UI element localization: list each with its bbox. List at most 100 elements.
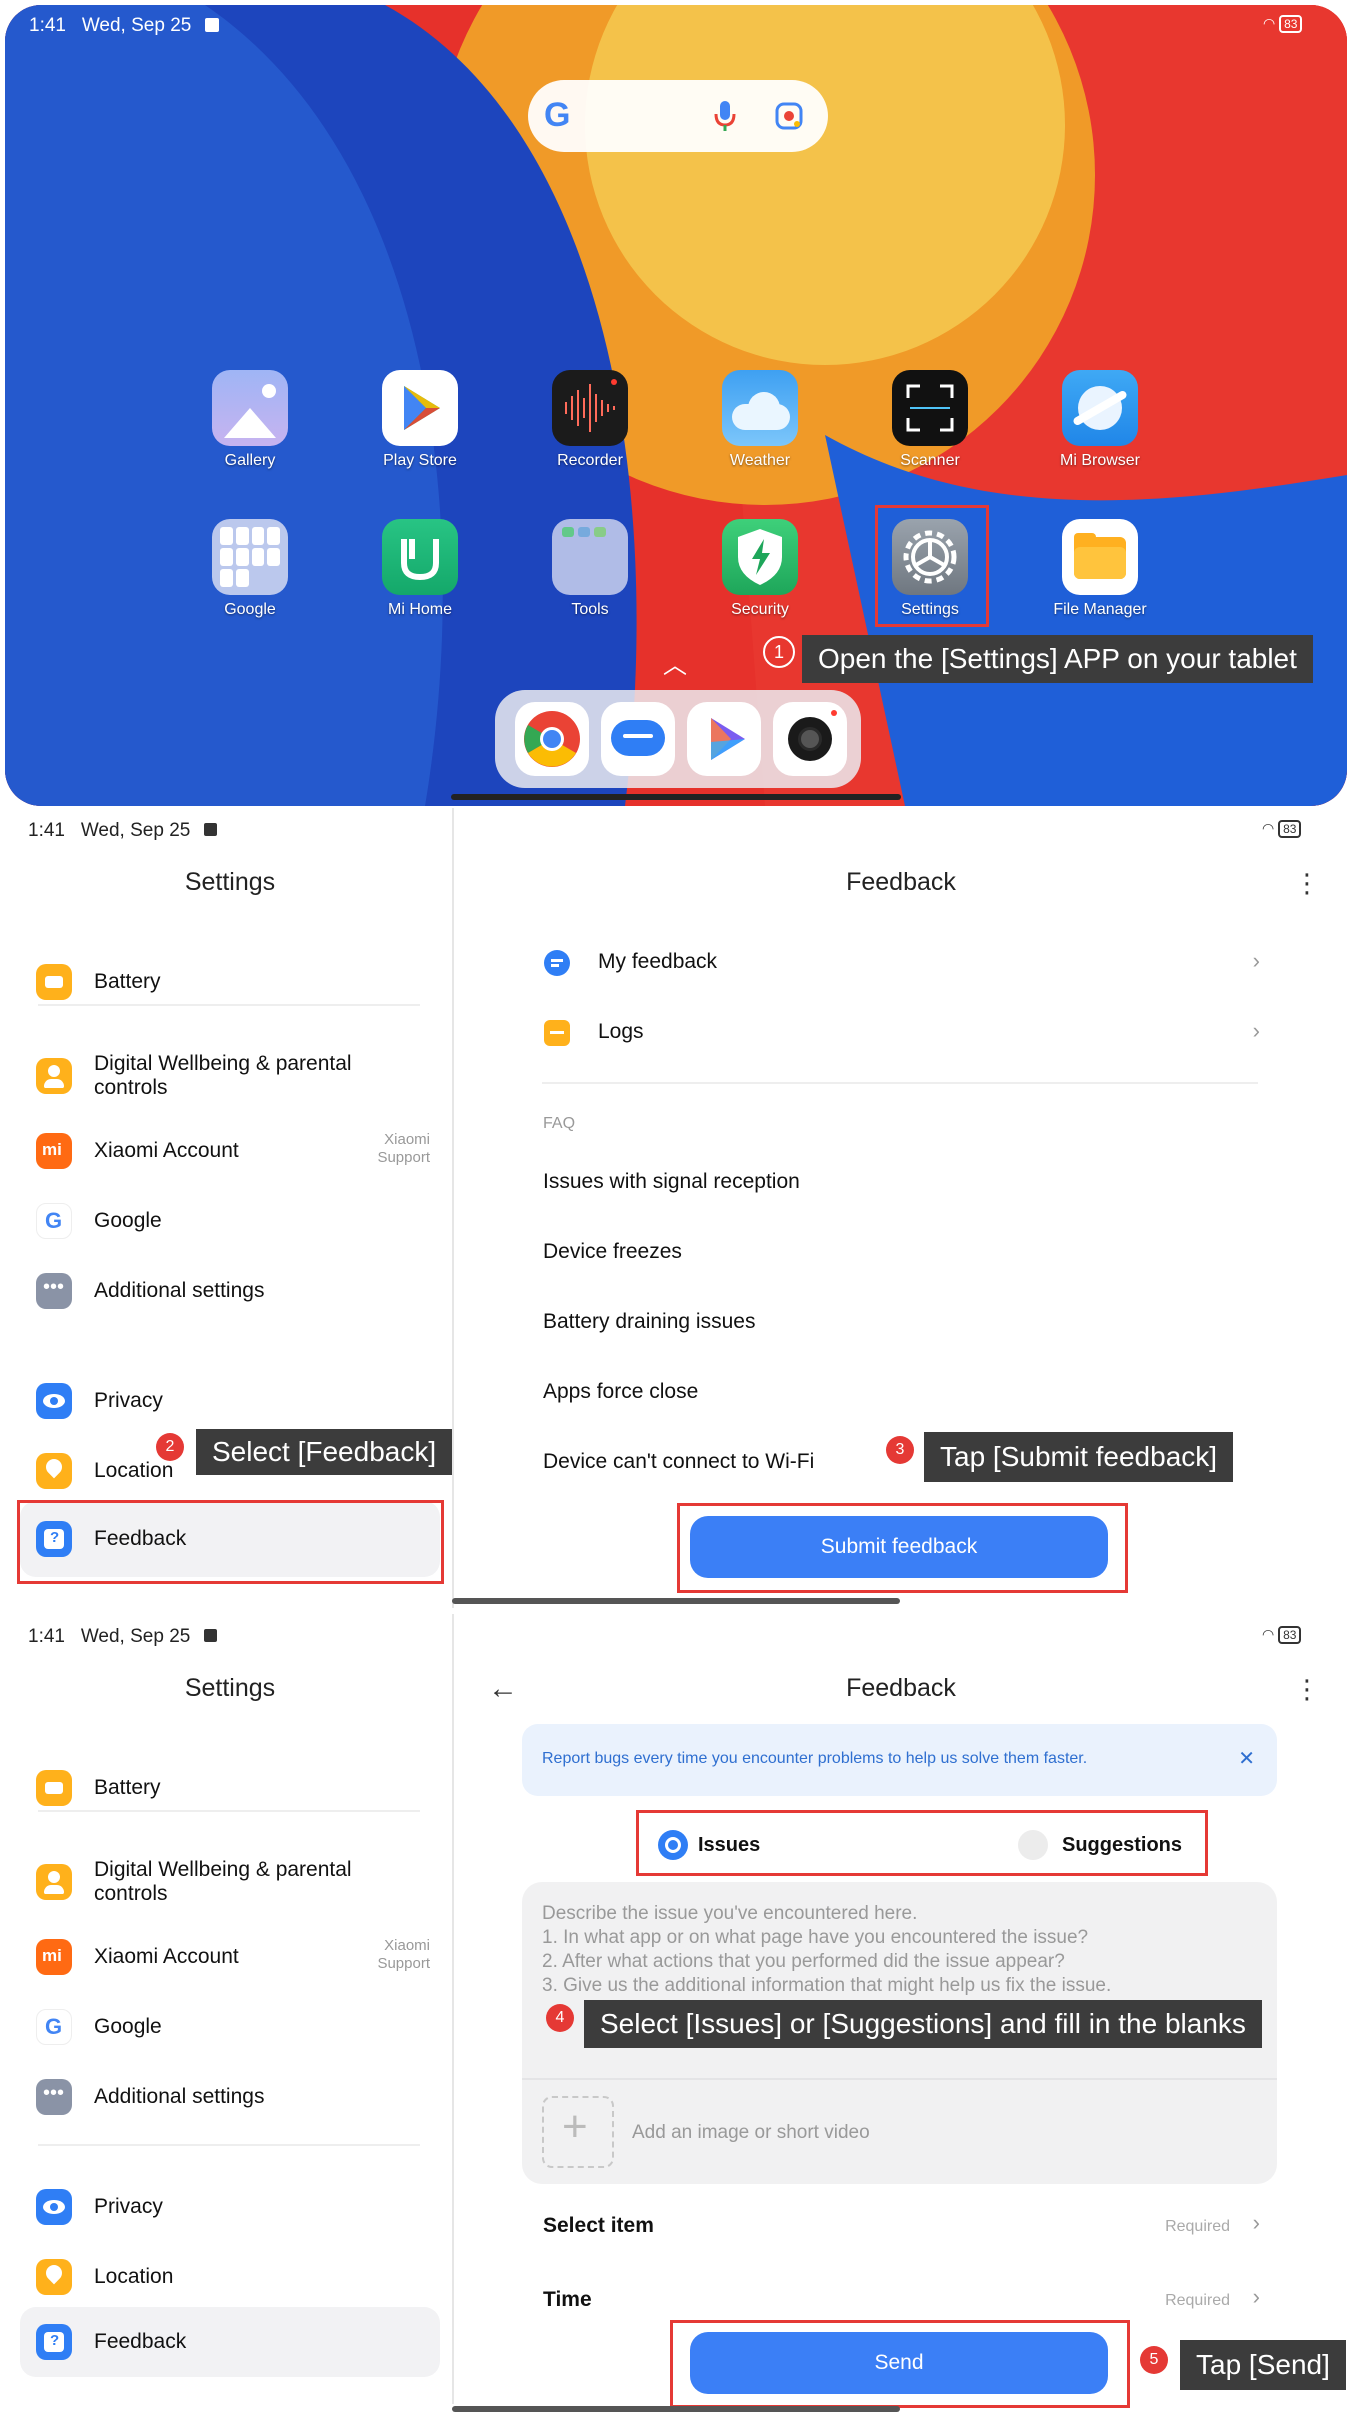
- battery-icon: 83: [1279, 15, 1303, 33]
- step-badge: 2: [156, 1433, 184, 1461]
- app-label: Gallery: [224, 452, 276, 469]
- settings-item-privacy[interactable]: Privacy: [36, 1371, 163, 1431]
- home-indicator[interactable]: [452, 2406, 900, 2412]
- instruction-callout: Select [Feedback]: [196, 1429, 453, 1475]
- mi-browser-icon: [1062, 370, 1138, 446]
- app-recorder[interactable]: Recorder: [530, 370, 650, 470]
- app-label: Recorder: [557, 452, 623, 469]
- app-label: Play Store: [383, 452, 457, 469]
- faq-item[interactable]: Device can't connect to Wi-Fi: [543, 1450, 814, 1474]
- camera-icon[interactable]: [773, 702, 847, 776]
- panel-feedback: 1:41 Wed, Sep 25 ◠ 83 Settings Battery D…: [0, 808, 1350, 1612]
- status-time: 1:41: [29, 15, 66, 36]
- xiaomi-support-text: Xiaomi Support: [377, 1937, 430, 1972]
- play-store-icon: [382, 370, 458, 446]
- app-mi-browser[interactable]: Mi Browser: [1040, 370, 1160, 470]
- more-vert-icon[interactable]: ⋮: [1294, 868, 1320, 899]
- google-folder-icon: [212, 519, 288, 595]
- faq-item[interactable]: Device freezes: [543, 1240, 682, 1264]
- instruction-callout: Select [Issues] or [Suggestions] and fil…: [584, 2000, 1262, 2048]
- app-security[interactable]: Security: [700, 519, 820, 619]
- faq-item[interactable]: Apps force close: [543, 1380, 698, 1404]
- settings-item-location[interactable]: Location: [36, 1441, 173, 1501]
- file-manager-icon: [1062, 519, 1138, 595]
- add-media-button[interactable]: +: [542, 2096, 614, 2168]
- settings-item-label: Digital Wellbeing & parental controls: [94, 1052, 352, 1099]
- battery-icon: [36, 964, 72, 1000]
- logs-label: Logs: [598, 1020, 644, 1043]
- panel-feedback-form: 1:41 Wed, Sep 25 ◠ 83 Settings Battery D…: [0, 1614, 1350, 2418]
- wifi-icon: ◠: [1262, 1626, 1275, 1642]
- app-google-folder[interactable]: Google: [190, 519, 310, 619]
- settings-item-additional[interactable]: ••• Additional settings: [36, 2067, 264, 2127]
- home-indicator[interactable]: [451, 794, 901, 800]
- highlight-feedback: [17, 1500, 444, 1584]
- mi-logo-icon: mi: [36, 1939, 72, 1975]
- section-divider: [542, 1082, 1258, 1084]
- xiaomi-support-text: Xiaomi Support: [377, 1131, 430, 1166]
- app-scanner[interactable]: Scanner: [870, 370, 990, 470]
- select-item-row[interactable]: Select item Required ›: [540, 2198, 1260, 2254]
- description-placeholder: Describe the issue you've encountered he…: [542, 1903, 1112, 1996]
- faq-item[interactable]: Battery draining issues: [543, 1310, 755, 1334]
- google-search-bar[interactable]: G: [528, 80, 828, 152]
- settings-item-privacy[interactable]: Privacy: [36, 2177, 163, 2237]
- my-feedback-label: My feedback: [598, 950, 718, 973]
- app-label: File Manager: [1053, 601, 1147, 618]
- location-pin-icon: [36, 1453, 72, 1489]
- highlight-send: [670, 2320, 1130, 2408]
- step-badge: 1: [763, 636, 795, 668]
- location-pin-icon: [36, 2259, 72, 2295]
- settings-item-battery[interactable]: Battery: [36, 1758, 161, 1818]
- play-video-icon[interactable]: [687, 702, 761, 776]
- settings-item-xiaomi-account[interactable]: mi Xiaomi Account Xiaomi Support: [36, 1927, 430, 1987]
- app-mi-home[interactable]: Mi Home: [360, 519, 480, 619]
- settings-item-xiaomi-account[interactable]: mi Xiaomi Account Xiaomi Support: [36, 1121, 430, 1181]
- home-screen: 1:41 Wed, Sep 25 ◠ 83 G Gallery Play Sto…: [5, 5, 1347, 806]
- more-vert-icon[interactable]: ⋮: [1294, 1674, 1320, 1705]
- app-label: Google: [224, 601, 276, 618]
- required-hint: Required: [1165, 2218, 1230, 2235]
- google-icon: G: [544, 96, 571, 134]
- microphone-icon[interactable]: [714, 100, 736, 132]
- app-tools-folder[interactable]: Tools: [530, 519, 650, 619]
- my-feedback-row[interactable]: My feedback ›: [540, 938, 1260, 988]
- app-weather[interactable]: Weather: [700, 370, 820, 470]
- feedback-title: Feedback: [846, 1674, 956, 1702]
- step-badge: 4: [546, 2004, 574, 2032]
- settings-item-feedback[interactable]: ? Feedback: [36, 2312, 186, 2372]
- settings-item-google[interactable]: G Google: [36, 1997, 162, 2057]
- settings-item-label: Digital Wellbeing & parental controls: [94, 1858, 352, 1905]
- weather-icon: [722, 370, 798, 446]
- faq-item[interactable]: Issues with signal reception: [543, 1170, 800, 1194]
- settings-item-label: Xiaomi Account: [94, 1139, 239, 1162]
- status-date: Wed, Sep 25: [80, 820, 191, 841]
- home-indicator[interactable]: [452, 1598, 900, 1604]
- notification-icon: [204, 18, 219, 32]
- status-icons: ◠ 83: [1262, 1626, 1302, 1644]
- settings-item-google[interactable]: G Google: [36, 1191, 162, 1251]
- settings-item-location[interactable]: Location: [36, 2247, 173, 2307]
- lens-icon[interactable]: [774, 101, 804, 131]
- messages-icon[interactable]: [601, 702, 675, 776]
- app-gallery[interactable]: Gallery: [190, 370, 310, 470]
- chevron-up-icon[interactable]: ︿: [663, 645, 687, 680]
- logs-row[interactable]: Logs ›: [540, 1008, 1260, 1058]
- chrome-icon[interactable]: [515, 702, 589, 776]
- logs-icon: [544, 1020, 570, 1046]
- time-label: Time: [543, 2288, 592, 2311]
- settings-item-label: Google: [94, 1209, 162, 1232]
- settings-item-additional[interactable]: ••• Additional settings: [36, 1261, 264, 1321]
- app-play-store[interactable]: Play Store: [360, 370, 480, 470]
- settings-item-digital-wellbeing[interactable]: Digital Wellbeing & parental controls: [36, 1041, 394, 1111]
- more-dots-icon: •••: [36, 2079, 72, 2115]
- settings-item-label: Additional settings: [94, 1279, 265, 1302]
- battery-icon: 83: [1278, 820, 1302, 838]
- close-icon[interactable]: ✕: [1238, 1746, 1255, 1771]
- section-divider: [38, 2144, 420, 2146]
- info-banner: Report bugs every time you encounter pro…: [522, 1724, 1277, 1796]
- settings-item-digital-wellbeing[interactable]: Digital Wellbeing & parental controls: [36, 1847, 394, 1917]
- app-file-manager[interactable]: File Manager: [1040, 519, 1160, 619]
- section-divider: [38, 1004, 420, 1006]
- settings-item-battery[interactable]: Battery: [36, 952, 161, 1012]
